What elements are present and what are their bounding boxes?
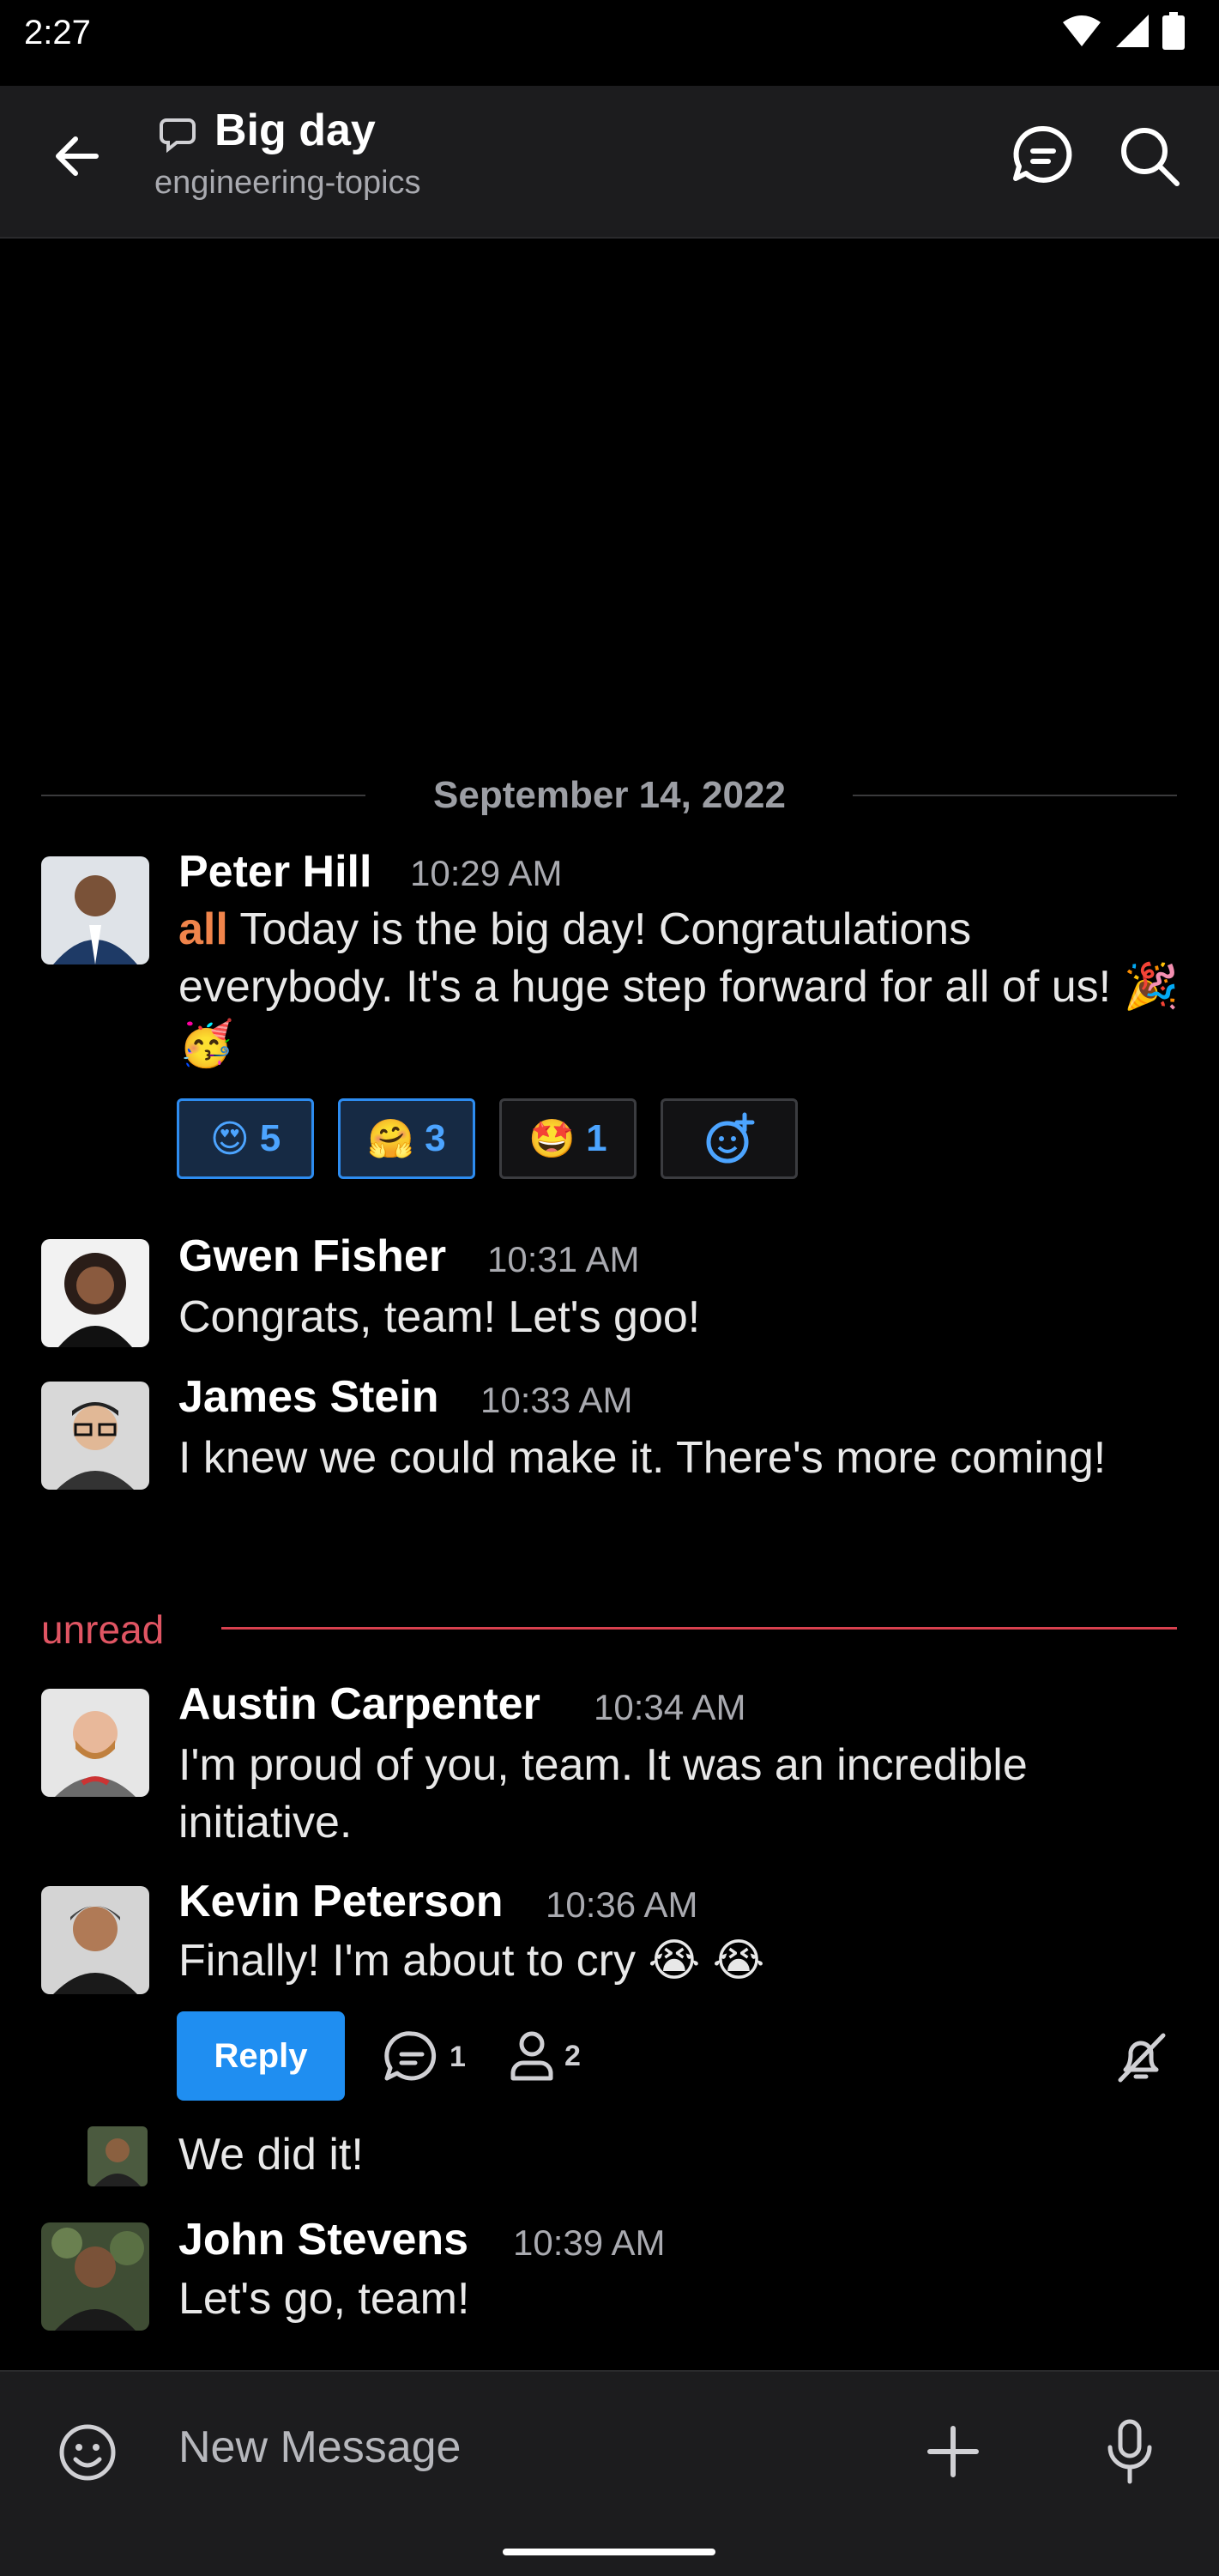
unread-divider-line	[221, 1627, 1177, 1630]
reaction-count: 3	[425, 1117, 446, 1159]
mention-all[interactable]: all	[178, 904, 228, 954]
message-text: I knew we could make it. There's more co…	[178, 1433, 1107, 1483]
message-time: 10:31 AM	[487, 1239, 640, 1279]
signal-icon	[1116, 15, 1149, 47]
threads-button[interactable]	[1009, 122, 1077, 190]
attach-button[interactable]	[923, 2422, 983, 2482]
voice-message-button[interactable]	[1100, 2416, 1160, 2487]
message-author[interactable]: Austin Carpenter	[178, 1678, 540, 1730]
reaction-count: 1	[586, 1117, 607, 1159]
add-emoji-icon	[706, 1112, 755, 1164]
message-text: Congrats, team! Let's goo!	[178, 1292, 701, 1342]
reaction-hug[interactable]: 🤗 3	[338, 1098, 475, 1179]
reaction-count: 5	[259, 1117, 281, 1159]
reaction-heart-eyes[interactable]: 😍 5	[177, 1098, 314, 1179]
person-icon	[510, 2031, 553, 2081]
message-time: 10:33 AM	[480, 1380, 633, 1420]
hug-emoji: 🤗	[367, 1118, 415, 1160]
message-time: 10:36 AM	[546, 1884, 698, 1925]
back-button[interactable]	[50, 129, 105, 184]
search-icon	[1121, 128, 1180, 186]
star-struck-emoji: 🤩	[528, 1118, 576, 1160]
channel-title: Big day	[214, 106, 376, 155]
message-text: Let's go, team!	[178, 2274, 470, 2324]
message-text: I'm proud of you, team. It was an incred…	[178, 1740, 1028, 1847]
date-divider-line-right	[853, 795, 1177, 796]
add-reaction-button[interactable]	[661, 1098, 798, 1179]
message-author[interactable]: Gwen Fisher	[178, 1231, 446, 1282]
avatar[interactable]	[41, 2222, 149, 2331]
reaction-star-struck[interactable]: 🤩 1	[499, 1098, 637, 1179]
message-author[interactable]: John Stevens	[178, 2214, 468, 2265]
thread-bubble-icon	[1013, 125, 1072, 183]
wifi-icon	[1063, 15, 1101, 46]
plus-icon	[927, 2426, 979, 2477]
status-icons	[1061, 12, 1185, 50]
message-text: We did it!	[178, 2130, 364, 2180]
message-author[interactable]: James Stein	[178, 1371, 439, 1423]
reply-button[interactable]: Reply	[177, 2011, 345, 2101]
reply-count[interactable]: 1	[383, 2030, 466, 2083]
avatar[interactable]	[41, 1382, 149, 1490]
message-input[interactable]: New Message	[178, 2422, 461, 2473]
message-text: all Today is the big day! Congratulation…	[178, 901, 1182, 1073]
mute-thread-button[interactable]	[1113, 2030, 1168, 2085]
arrow-left-icon	[56, 136, 99, 176]
channel-subtitle[interactable]: engineering-topics	[154, 165, 421, 202]
avatar[interactable]	[41, 1689, 149, 1797]
message-author[interactable]: Kevin Peterson	[178, 1876, 504, 1927]
message-body: Today is the big day! Congratulations ev…	[178, 904, 1180, 1069]
message-author[interactable]: Peter Hill	[178, 846, 371, 898]
reply-bubble-icon	[384, 2031, 437, 2081]
microphone-icon	[1107, 2419, 1152, 2484]
participants-count[interactable]: 2	[508, 2030, 581, 2082]
avatar[interactable]	[41, 1886, 149, 1994]
message-time: 10:34 AM	[594, 1687, 746, 1727]
message-time: 10:29 AM	[410, 853, 563, 893]
message-text: Finally! I'm about to cry 😭 😭	[178, 1936, 765, 1986]
avatar[interactable]	[41, 1239, 149, 1347]
heart-eyes-emoji: 😍	[209, 1117, 250, 1160]
bell-off-icon	[1118, 2033, 1166, 2083]
search-button[interactable]	[1115, 122, 1184, 190]
avatar[interactable]	[88, 2126, 148, 2186]
message-composer	[0, 2370, 1219, 2576]
smiley-icon	[59, 2424, 116, 2481]
unread-divider-label: unread	[41, 1607, 165, 1652]
battery-icon	[1162, 12, 1185, 50]
status-time: 2:27	[24, 14, 91, 51]
message-time: 10:39 AM	[513, 2222, 666, 2263]
thread-icon	[158, 113, 197, 153]
home-indicator	[503, 2549, 715, 2555]
emoji-picker-button[interactable]	[57, 2422, 118, 2483]
avatar[interactable]	[41, 856, 149, 964]
